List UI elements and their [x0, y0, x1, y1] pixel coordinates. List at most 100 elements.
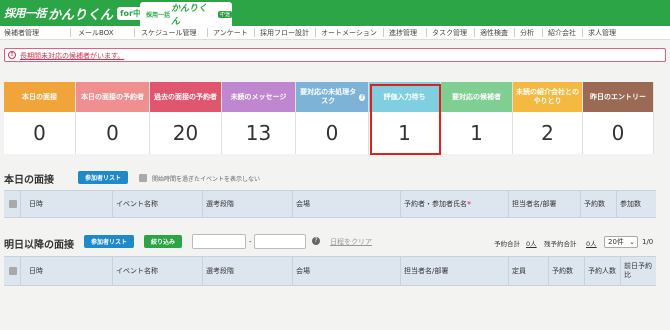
pagination: 1/0: [642, 238, 654, 246]
date-to-input[interactable]: [254, 234, 306, 249]
col-venue[interactable]: 会場: [292, 191, 400, 217]
alert-icon: !: [8, 51, 16, 59]
stat-label: 本日の面接: [4, 82, 75, 112]
col-participants-label: 予約者・参加者氏名: [404, 199, 467, 208]
highlight-box: [370, 84, 441, 155]
nav-item-flow[interactable]: 採用フロー設計: [260, 28, 309, 38]
stat-value: 0: [33, 121, 46, 145]
alert-link[interactable]: 長期間未対応の候補者がいます。: [20, 51, 124, 61]
chevron-down-icon: ⌄: [221, 9, 228, 18]
col-stage[interactable]: 選考段階: [202, 257, 292, 285]
nav-divider: [315, 28, 316, 37]
product-small: 採用一括: [146, 11, 171, 19]
stat-value: 2: [541, 121, 554, 145]
stat-label: 未読のメッセージ: [222, 82, 295, 112]
stat-label: 要対応の候補者: [441, 82, 512, 112]
nav-divider: [582, 28, 583, 37]
total-reservations-value: 0人: [526, 240, 537, 248]
hide-past-checkbox[interactable]: [139, 174, 147, 182]
help-icon[interactable]: ?: [359, 93, 365, 101]
stat-card-pending-tasks[interactable]: 要対応の未処理タスク? 0: [296, 82, 369, 154]
stat-card-agency-messages[interactable]: 未読の紹介会社とのやりとり 2: [513, 82, 583, 154]
col-reservations[interactable]: 予約数: [580, 191, 616, 217]
stat-label: 過去の面接の予約者: [150, 82, 221, 112]
stat-card-today-interviews[interactable]: 本日の面接 0: [4, 82, 76, 154]
stat-label-wrap: 要対応の未処理タスク?: [296, 82, 368, 112]
nav-item-survey[interactable]: アンケート: [213, 28, 248, 38]
nav-divider: [207, 28, 208, 37]
section-title-today: 本日の面接: [4, 175, 54, 186]
date-separator: -: [249, 238, 252, 246]
nav-item-aptitude[interactable]: 適性検査: [480, 28, 508, 38]
alert-banner: ! 長期間未対応の候補者がいます。: [4, 48, 666, 62]
product-main: かんりくん: [171, 4, 208, 27]
product-switcher[interactable]: 採用一括 かんりくん 中途 ⌄: [140, 2, 232, 27]
stat-card-yesterday-entries[interactable]: 昨日のエントリー 0: [583, 82, 654, 154]
col-reserved-people[interactable]: 予約人数: [584, 257, 620, 285]
stat-value: 0: [325, 121, 339, 145]
future-table-header: 日時 イベント名称 選考段階 会場 担当者名/部署 定員 予約数 予約人数 前日…: [4, 256, 656, 286]
stat-label: 昨日のエントリー: [583, 82, 653, 112]
select-all-checkbox[interactable]: [9, 200, 17, 208]
col-reservations[interactable]: 予約数: [548, 257, 584, 285]
remaining-label: 残予約合計: [544, 240, 577, 248]
nav-item-jobs[interactable]: 求人管理: [588, 28, 616, 38]
today-table-header: 日時 イベント名称 選考段階 会場 予約者・参加者氏名 * 担当者名/部署 予約数…: [4, 190, 656, 218]
col-stage[interactable]: 選考段階: [202, 191, 292, 217]
logo-text-2: かんりくん: [48, 7, 114, 23]
col-capacity[interactable]: 定員: [508, 257, 548, 285]
filter-button[interactable]: 絞り込み: [144, 235, 182, 248]
hide-past-label: 開始時間を過ぎたイベントを表示しない: [152, 176, 261, 183]
nav-divider: [474, 28, 475, 37]
col-staff[interactable]: 担当者名/部署: [508, 191, 580, 217]
nav-item-tasks[interactable]: タスク管理: [432, 28, 467, 38]
nav-divider: [134, 28, 135, 37]
select-all-checkbox[interactable]: [9, 267, 17, 275]
col-attendance[interactable]: 参加数: [616, 191, 656, 217]
clear-date-link[interactable]: 日程をクリア: [330, 237, 372, 247]
nav-item-agencies[interactable]: 紹介会社: [548, 28, 576, 38]
logo-text-1: 採用一括: [4, 7, 47, 20]
stat-value: 0: [106, 121, 119, 145]
nav-divider: [426, 28, 427, 37]
nav-item-mailbox[interactable]: メールBOX: [78, 28, 114, 38]
date-from-input[interactable]: [192, 234, 246, 249]
total-reservations-label: 予約合計: [494, 240, 520, 248]
stat-value: 13: [245, 121, 272, 145]
nav-item-analysis[interactable]: 分析: [520, 28, 534, 38]
nav-divider: [254, 28, 255, 37]
stat-value: 0: [611, 121, 625, 145]
col-staff[interactable]: 担当者名/部署: [400, 257, 508, 285]
chevron-down-icon: ⌄: [629, 238, 635, 246]
main-nav: 候補者管理 メールBOX スケジュール管理 アンケート 採用フロー設計 オートメ…: [0, 26, 670, 40]
nav-item-schedule[interactable]: スケジュール管理: [141, 28, 197, 38]
col-prev-day-ratio[interactable]: 前日予約比: [620, 257, 656, 285]
nav-item-progress[interactable]: 進捗管理: [389, 28, 417, 38]
today-participants-button[interactable]: 参加者リスト: [78, 171, 128, 184]
col-datetime[interactable]: 日時: [20, 257, 112, 285]
nav-divider: [514, 28, 515, 37]
stat-value: 20: [172, 121, 199, 145]
col-participants[interactable]: 予約者・参加者氏名 *: [400, 191, 508, 217]
required-mark: *: [467, 199, 471, 209]
future-participants-button[interactable]: 参加者リスト: [84, 235, 134, 248]
page-size-select[interactable]: 20件 ⌄: [604, 236, 638, 248]
nav-divider: [542, 28, 543, 37]
col-event-name[interactable]: イベント名称: [112, 191, 202, 217]
stat-label: 要対応の未処理タスク: [300, 88, 357, 105]
nav-item-candidates[interactable]: 候補者管理: [4, 28, 39, 38]
app-logo[interactable]: 採用一括 かんりくん for中途: [4, 4, 152, 23]
col-event-name[interactable]: イベント名称: [112, 257, 202, 285]
col-datetime[interactable]: 日時: [20, 191, 112, 217]
remaining-value: 0人: [586, 240, 597, 248]
col-venue[interactable]: 会場: [292, 257, 400, 285]
stat-card-action-candidates[interactable]: 要対応の候補者 1: [441, 82, 513, 154]
stat-label: 本日の面接の予約者: [76, 82, 149, 112]
stat-card-unread-messages[interactable]: 未読のメッセージ 13: [222, 82, 296, 154]
stat-card-today-reservations[interactable]: 本日の面接の予約者 0: [76, 82, 150, 154]
stat-card-past-reservations[interactable]: 過去の面接の予約者 20: [150, 82, 222, 154]
help-icon[interactable]: ?: [312, 237, 320, 245]
stat-label: 未読の紹介会社とのやりとり: [513, 82, 582, 112]
page-size-value: 20件: [608, 238, 624, 246]
nav-item-automation[interactable]: オートメーション: [321, 28, 377, 38]
